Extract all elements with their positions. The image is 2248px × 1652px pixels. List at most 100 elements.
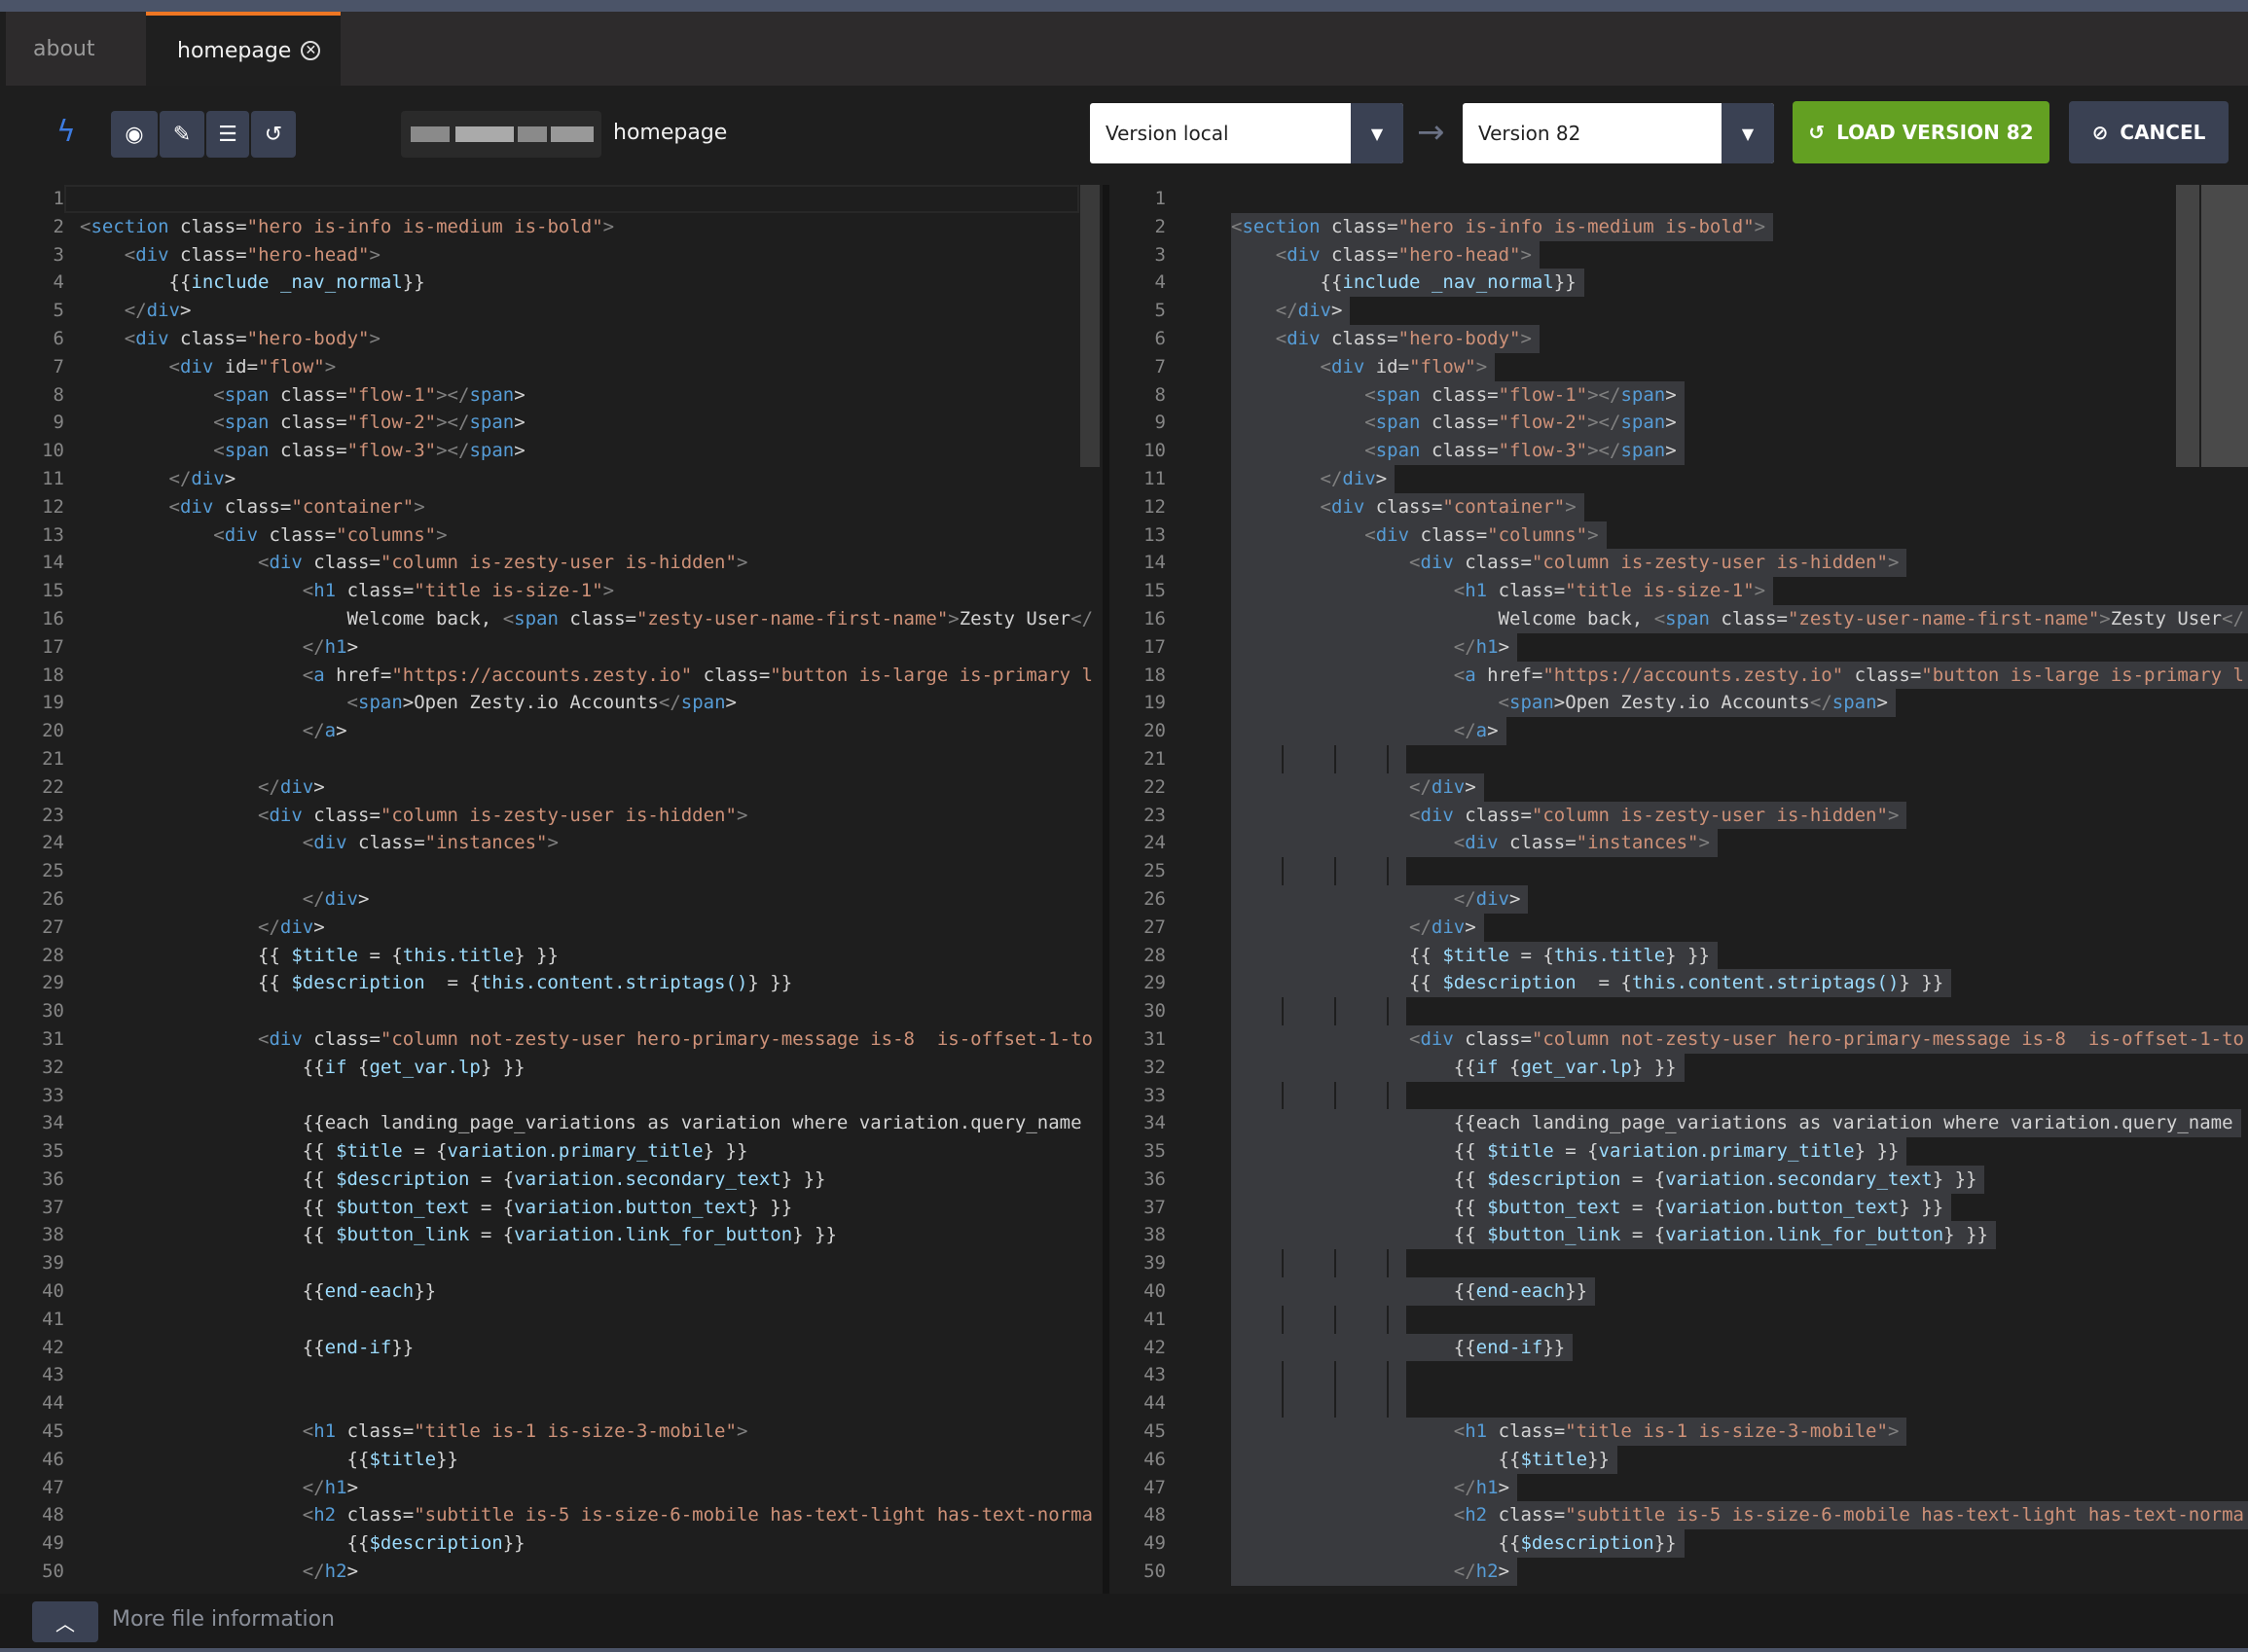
code-line[interactable]: 31 <div class="column not-zesty-user her…: [1109, 1024, 2248, 1054]
code-line[interactable]: 8 <span class="flow-1"></span>: [8, 381, 1103, 410]
tab-homepage[interactable]: homepage ✕: [146, 12, 341, 86]
code-line[interactable]: 35 {{ $title = {variation.primary_title}…: [1109, 1137, 2248, 1166]
preview-button[interactable]: ◉: [111, 111, 158, 158]
code-line[interactable]: 50 </h2>: [1109, 1558, 2248, 1586]
expand-button[interactable]: ︿: [32, 1601, 98, 1642]
code-line[interactable]: 40 {{end-each}}: [1109, 1277, 2248, 1306]
code-editor-version[interactable]: 1 2 <section class="hero is-info is-medium…: [1109, 185, 2248, 1594]
code-line[interactable]: 11 </div>: [1109, 464, 2248, 493]
code-line[interactable]: 27 </div>: [8, 914, 1103, 942]
history-button[interactable]: ↺: [251, 111, 296, 158]
code-line[interactable]: 21: [8, 745, 1103, 773]
caret-down-icon[interactable]: ▼: [1351, 103, 1403, 163]
code-line[interactable]: 35 {{ $title = {variation.primary_title}…: [8, 1137, 1103, 1166]
code-line[interactable]: 4 {{include _nav_normal}}: [1109, 269, 2248, 298]
code-line[interactable]: 33: [8, 1082, 1103, 1110]
version-to-select[interactable]: Version 82 ▼: [1463, 103, 1774, 163]
code-line[interactable]: 7 <div id="flow">: [1109, 352, 2248, 381]
caret-down-icon[interactable]: ▼: [1722, 103, 1774, 163]
code-line[interactable]: 6 <div class="hero-body">: [1109, 324, 2248, 353]
pane-divider[interactable]: [1103, 185, 1109, 1594]
code-line[interactable]: 10 <span class="flow-3"></span>: [1109, 437, 2248, 465]
code-line[interactable]: 12 <div class="container">: [8, 493, 1103, 521]
code-line[interactable]: 33: [1109, 1081, 2248, 1110]
tab-about[interactable]: about: [6, 12, 146, 86]
code-line[interactable]: 40 {{end-each}}: [8, 1277, 1103, 1306]
code-line[interactable]: 3 <div class="hero-head">: [1109, 240, 2248, 269]
code-line[interactable]: 24 <div class="instances">: [8, 829, 1103, 857]
version-from-select[interactable]: Version local ▼: [1090, 103, 1403, 163]
code-line[interactable]: 23 <div class="column is-zesty-user is-h…: [1109, 801, 2248, 830]
code-line[interactable]: 1: [1109, 185, 2248, 213]
code-line[interactable]: 44: [8, 1389, 1103, 1418]
code-line[interactable]: 19 <span>Open Zesty.io Accounts</span>: [8, 689, 1103, 717]
edit-button[interactable]: ✎: [160, 111, 204, 158]
code-line[interactable]: 30: [1109, 997, 2248, 1025]
code-line[interactable]: 18 <a href="https://accounts.zesty.io" c…: [8, 662, 1103, 690]
code-line[interactable]: 46 {{$title}}: [1109, 1445, 2248, 1474]
code-line[interactable]: 9 <span class="flow-2"></span>: [1109, 409, 2248, 438]
code-line[interactable]: 41: [1109, 1305, 2248, 1334]
scrollbar-right[interactable]: [2176, 185, 2199, 467]
code-line[interactable]: 45 <h1 class="title is-1 is-size-3-mobil…: [8, 1418, 1103, 1446]
code-line[interactable]: 49 {{$description}}: [8, 1529, 1103, 1558]
code-line[interactable]: 37 {{ $button_text = {variation.button_t…: [8, 1194, 1103, 1222]
code-line[interactable]: 32 {{if {get_var.lp} }}: [1109, 1053, 2248, 1082]
code-line[interactable]: 29 {{ $description = {this.content.strip…: [1109, 969, 2248, 998]
code-line[interactable]: 27 </div>: [1109, 913, 2248, 942]
code-line[interactable]: 4 {{include _nav_normal}}: [8, 269, 1103, 297]
code-line[interactable]: 16 Welcome back, <span class="zesty-user…: [1109, 604, 2248, 633]
code-line[interactable]: 13 <div class="columns">: [1109, 521, 2248, 550]
code-line[interactable]: 31 <div class="column not-zesty-user her…: [8, 1025, 1103, 1054]
cancel-button[interactable]: ⊘ CANCEL: [2069, 101, 2229, 163]
code-line[interactable]: 28 {{ $title = {this.title} }}: [1109, 941, 2248, 970]
code-line[interactable]: 17 </h1>: [8, 633, 1103, 662]
database-button[interactable]: ☰: [206, 111, 249, 158]
code-line[interactable]: 24 <div class="instances">: [1109, 829, 2248, 858]
code-line[interactable]: 25: [8, 857, 1103, 885]
code-line[interactable]: 47 </h1>: [8, 1474, 1103, 1502]
code-line[interactable]: 42 {{end-if}}: [8, 1334, 1103, 1362]
code-line[interactable]: 44: [1109, 1389, 2248, 1419]
code-editor-local[interactable]: 1 2 <section class="hero is-info is-medium…: [8, 185, 1103, 1594]
code-line[interactable]: 47 </h1>: [1109, 1473, 2248, 1502]
code-line[interactable]: 41: [8, 1306, 1103, 1334]
code-line[interactable]: 15 <h1 class="title is-size-1">: [1109, 577, 2248, 605]
close-icon[interactable]: ✕: [301, 41, 321, 60]
code-line[interactable]: 34 {{each landing_page_variations as var…: [8, 1109, 1103, 1137]
code-line[interactable]: 5 </div>: [8, 297, 1103, 325]
code-line[interactable]: 5 </div>: [1109, 297, 2248, 325]
code-line[interactable]: 3 <div class="hero-head">: [8, 241, 1103, 269]
code-line[interactable]: 36 {{ $description = {variation.secondar…: [8, 1166, 1103, 1194]
code-line[interactable]: 13 <div class="columns">: [8, 521, 1103, 550]
code-line[interactable]: 46 {{$title}}: [8, 1446, 1103, 1474]
code-line[interactable]: 43: [1109, 1361, 2248, 1390]
code-line[interactable]: 16 Welcome back, <span class="zesty-user…: [8, 605, 1103, 633]
code-line[interactable]: 15 <h1 class="title is-size-1">: [8, 577, 1103, 605]
code-line[interactable]: 42 {{end-if}}: [1109, 1333, 2248, 1362]
code-line[interactable]: 28 {{ $title = {this.title} }}: [8, 942, 1103, 970]
code-line[interactable]: 29 {{ $description = {this.content.strip…: [8, 969, 1103, 997]
scrollbar-left[interactable]: [1080, 185, 1100, 467]
code-line[interactable]: 11 </div>: [8, 465, 1103, 493]
code-line[interactable]: 22 </div>: [1109, 772, 2248, 802]
code-line[interactable]: 14 <div class="column is-zesty-user is-h…: [8, 549, 1103, 577]
code-line[interactable]: 26 </div>: [1109, 884, 2248, 914]
code-line[interactable]: 48 <h2 class="subtitle is-5 is-size-6-mo…: [8, 1501, 1103, 1529]
more-file-information[interactable]: More file information: [112, 1607, 335, 1632]
code-line[interactable]: 17 </h1>: [1109, 632, 2248, 662]
code-line[interactable]: 32 {{if {get_var.lp} }}: [8, 1054, 1103, 1082]
code-line[interactable]: 20 </a>: [8, 717, 1103, 745]
code-line[interactable]: 10 <span class="flow-3"></span>: [8, 437, 1103, 465]
code-line[interactable]: 39: [1109, 1249, 2248, 1278]
code-line[interactable]: 20 </a>: [1109, 717, 2248, 745]
code-line[interactable]: 2 <section class="hero is-info is-medium …: [1109, 212, 2248, 241]
code-line[interactable]: 37 {{ $button_text = {variation.button_t…: [1109, 1193, 2248, 1222]
code-line[interactable]: 2 <section class="hero is-info is-medium …: [8, 213, 1103, 241]
code-line[interactable]: 22 </div>: [8, 773, 1103, 802]
code-line[interactable]: 50 </h2>: [8, 1558, 1103, 1586]
code-line[interactable]: 45 <h1 class="title is-1 is-size-3-mobil…: [1109, 1418, 2248, 1446]
code-line[interactable]: 1: [8, 185, 1103, 213]
code-line[interactable]: 23 <div class="column is-zesty-user is-h…: [8, 802, 1103, 830]
code-line[interactable]: 34 {{each landing_page_variations as var…: [1109, 1109, 2248, 1138]
